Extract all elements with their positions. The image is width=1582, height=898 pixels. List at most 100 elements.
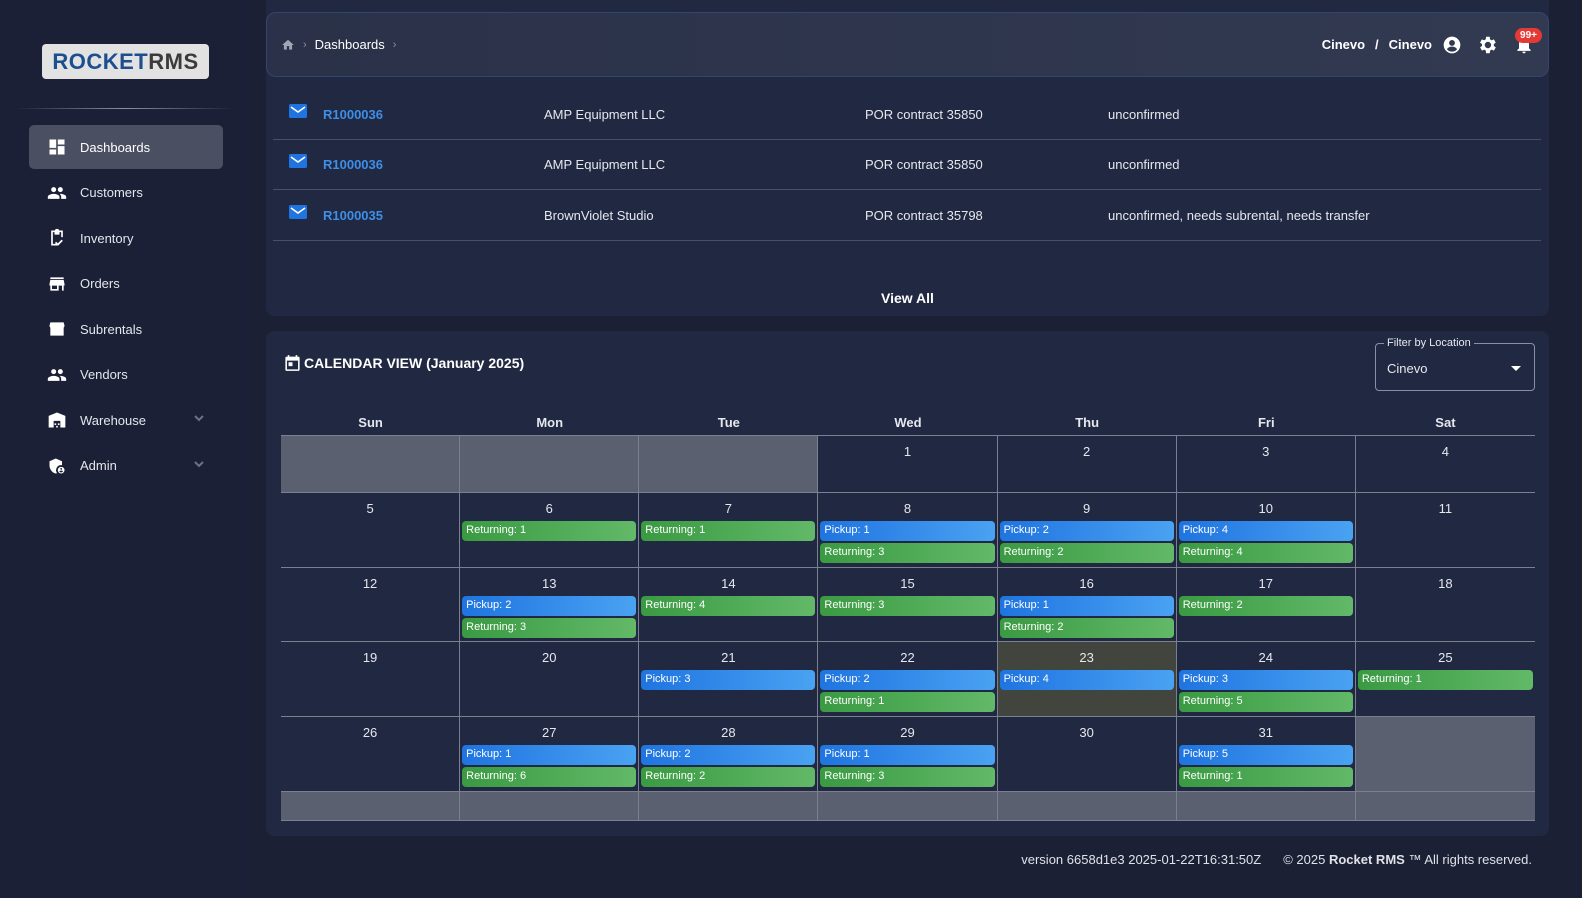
pickup-event[interactable]: Pickup: 4 (1178, 521, 1353, 541)
returning-event[interactable]: Returning: 1 (462, 521, 637, 541)
returning-event[interactable]: Returning: 2 (999, 618, 1174, 638)
order-id-link[interactable]: R1000036 (323, 107, 383, 122)
calendar-card: CALENDAR VIEW (January 2025) Filter by L… (266, 331, 1549, 836)
calendar-day-cell[interactable]: 13 Pickup: 2 Returning: 3 (460, 568, 640, 641)
calendar-day-cell[interactable]: 30 (998, 717, 1177, 791)
calendar-day-cell[interactable]: 4 (1356, 436, 1535, 492)
email-icon[interactable] (289, 104, 307, 118)
calendar-day-cell[interactable]: 19 (281, 642, 461, 716)
chevron-down-icon[interactable] (193, 458, 205, 470)
sidebar-item-customers[interactable]: Customers (29, 171, 223, 215)
returning-event[interactable]: Returning: 2 (999, 543, 1174, 563)
calendar-day-cell[interactable]: 20 (460, 642, 640, 716)
returning-event[interactable]: Returning: 6 (462, 767, 637, 787)
notification-count-badge: 99+ (1515, 28, 1542, 43)
calendar-day-cell[interactable]: 2 (998, 436, 1177, 492)
order-id-link[interactable]: R1000036 (323, 157, 383, 172)
pickup-event[interactable]: Pickup: 1 (820, 745, 995, 765)
calendar-day-cell[interactable]: 21 Pickup: 3 (639, 642, 819, 716)
sidebar-item-orders[interactable]: Orders (29, 262, 223, 306)
sidebar-item-admin[interactable]: Admin (29, 444, 223, 488)
calendar-day-cell[interactable]: 18 (1356, 568, 1535, 641)
calendar-day-cell[interactable]: 9 Pickup: 2 Returning: 2 (998, 493, 1177, 567)
sidebar-item-subrentals[interactable]: Subrentals (29, 307, 223, 351)
calendar-day-cell[interactable]: 31 Pickup: 5 Returning: 1 (1177, 717, 1356, 791)
calendar-day-cell[interactable]: 28 Pickup: 2 Returning: 2 (639, 717, 819, 791)
returning-event[interactable]: Returning: 3 (820, 596, 995, 616)
calendar-empty-cell (1355, 792, 1535, 820)
calendar-day-cell[interactable]: 16 Pickup: 1 Returning: 2 (998, 568, 1177, 641)
calendar-day-cell[interactable]: 27 Pickup: 1 Returning: 6 (460, 717, 640, 791)
calendar-day-cell[interactable]: 12 (281, 568, 461, 641)
calendar-day-cell[interactable]: 23 Pickup: 4 (997, 642, 1177, 716)
returning-event[interactable]: Returning: 4 (1178, 543, 1353, 563)
pickup-event[interactable]: Pickup: 3 (1178, 670, 1353, 690)
calendar-day-cell[interactable]: 25 Returning: 1 (1356, 642, 1535, 716)
breadcrumb-separator: › (392, 38, 397, 51)
sidebar-item-vendors[interactable]: Vendors (29, 353, 223, 397)
returning-event[interactable]: Returning: 3 (462, 618, 637, 638)
settings-gear-icon[interactable] (1476, 34, 1498, 56)
sidebar-item-inventory[interactable]: Inventory (29, 216, 223, 260)
returning-event[interactable]: Returning: 1 (1357, 670, 1533, 690)
pickup-event[interactable]: Pickup: 2 (820, 670, 995, 690)
day-number: 23 (1079, 650, 1094, 665)
weekday-header: Tue (717, 415, 740, 430)
calendar-day-cell[interactable]: 26 (281, 717, 461, 791)
sidebar-item-dashboards[interactable]: Dashboards (29, 125, 223, 169)
returning-event[interactable]: Returning: 1 (820, 692, 995, 712)
calendar-day-cell[interactable]: 15 Returning: 3 (818, 568, 998, 641)
home-icon[interactable] (281, 38, 295, 52)
pickup-event[interactable]: Pickup: 2 (462, 596, 637, 616)
weekday-header: Wed (894, 415, 922, 430)
returning-event[interactable]: Returning: 3 (820, 543, 995, 563)
returning-event[interactable]: Returning: 5 (1178, 692, 1353, 712)
calendar-day-cell[interactable]: 14 Returning: 4 (639, 568, 819, 641)
day-number: 7 (724, 501, 732, 516)
pickup-event[interactable]: Pickup: 3 (641, 670, 816, 690)
pickup-event[interactable]: Pickup: 1 (462, 745, 637, 765)
calendar-day-cell[interactable]: 22 Pickup: 2 Returning: 1 (818, 642, 998, 716)
day-number: 15 (900, 576, 915, 591)
returning-event[interactable]: Returning: 2 (1178, 596, 1353, 616)
calendar-day-cell[interactable]: 6 Returning: 1 (460, 493, 640, 567)
calendar-day-cell[interactable]: 11 (1356, 493, 1535, 567)
returning-event[interactable]: Returning: 4 (641, 596, 816, 616)
account-icon[interactable] (1442, 35, 1462, 55)
email-icon[interactable] (289, 154, 307, 169)
pickup-event[interactable]: Pickup: 1 (999, 596, 1174, 616)
breadcrumb-dashboards[interactable]: Dashboards (315, 37, 385, 52)
weekday-header: Sun (358, 415, 383, 430)
pickup-event[interactable]: Pickup: 5 (1178, 745, 1353, 765)
view-all-link[interactable]: View All (266, 290, 1549, 306)
returning-event[interactable]: Returning: 1 (641, 521, 816, 541)
calendar-day-cell[interactable]: 1 (818, 436, 998, 492)
returning-event[interactable]: Returning: 2 (641, 767, 816, 787)
calendar-day-cell[interactable]: 10 Pickup: 4 Returning: 4 (1177, 493, 1356, 567)
day-number: 6 (545, 501, 553, 516)
copyright: © 2025 Rocket RMS ™ All rights reserved. (1283, 852, 1532, 867)
calendar-day-cell[interactable]: 29 Pickup: 1 Returning: 3 (818, 717, 998, 791)
filter-by-location-select[interactable]: Filter by Location Cinevo (1375, 337, 1535, 391)
sidebar-item-warehouse[interactable]: Warehouse (29, 398, 223, 442)
rocketrms-logo[interactable]: ROCKET RMS (42, 44, 209, 79)
calendar-day-cell[interactable]: 3 (1177, 436, 1356, 492)
returning-event[interactable]: Returning: 1 (1178, 767, 1353, 787)
sidebar-nav: Dashboards Customers Inventory Orders Subren… (29, 125, 223, 489)
pickup-event[interactable]: Pickup: 4 (999, 670, 1174, 690)
weekday-header: Thu (1075, 415, 1100, 430)
returning-event[interactable]: Returning: 3 (820, 767, 995, 787)
day-number: 9 (1083, 501, 1091, 516)
calendar-day-cell[interactable]: 8 Pickup: 1 Returning: 3 (818, 493, 998, 567)
pickup-event[interactable]: Pickup: 1 (820, 521, 995, 541)
chevron-down-icon[interactable] (193, 412, 205, 424)
calendar-week: 19 20 21 Pickup: 3 22 Pickup: 2 Returning: 1 23… (281, 642, 1535, 717)
calendar-day-cell[interactable]: 5 (281, 493, 461, 567)
order-id-link[interactable]: R1000035 (323, 208, 383, 223)
calendar-day-cell[interactable]: 7 Returning: 1 (639, 493, 819, 567)
calendar-day-cell[interactable]: 24 Pickup: 3 Returning: 5 (1177, 642, 1356, 716)
email-icon[interactable] (289, 204, 307, 219)
pickup-event[interactable]: Pickup: 2 (641, 745, 816, 765)
pickup-event[interactable]: Pickup: 2 (999, 521, 1174, 541)
calendar-day-cell[interactable]: 17 Returning: 2 (1177, 568, 1356, 641)
